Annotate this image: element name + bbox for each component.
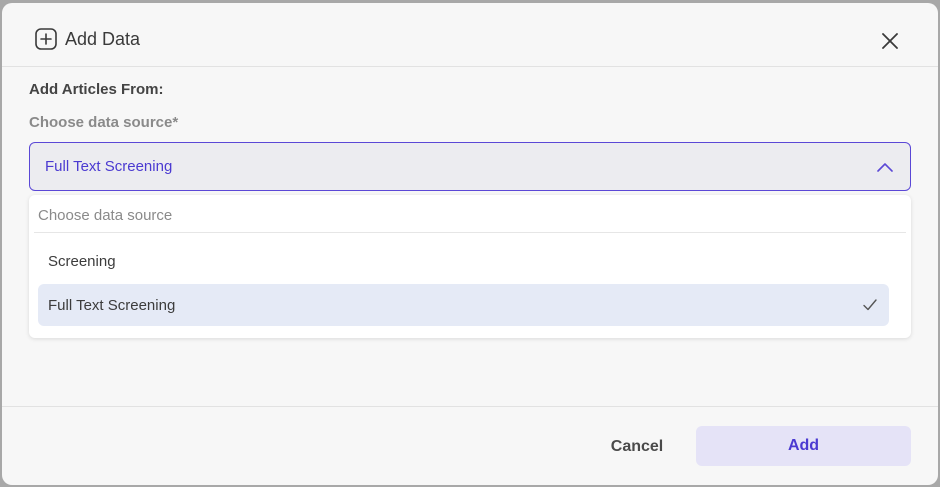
- option-label: Full Text Screening: [48, 297, 176, 314]
- data-source-label: Choose data source*: [29, 114, 179, 131]
- close-icon[interactable]: [878, 29, 902, 53]
- plus-square-icon: [35, 28, 57, 50]
- dropdown-option-screening[interactable]: Screening: [38, 240, 889, 282]
- data-source-search-input[interactable]: [34, 199, 906, 233]
- option-label: Screening: [48, 253, 116, 270]
- select-value: Full Text Screening: [45, 158, 173, 175]
- dialog-title: Add Data: [65, 29, 141, 49]
- add-button[interactable]: Add: [696, 426, 911, 466]
- check-icon: [863, 299, 877, 311]
- data-source-select[interactable]: Full Text Screening: [29, 142, 911, 191]
- dialog-header: Add Data: [2, 3, 938, 67]
- chevron-up-icon: [877, 163, 893, 172]
- add-data-dialog: Add Data Add Articles From: Choose data …: [2, 3, 938, 485]
- section-label: Add Articles From:: [29, 81, 164, 98]
- cancel-button[interactable]: Cancel: [592, 427, 682, 467]
- dropdown-option-full-text-screening[interactable]: Full Text Screening: [38, 284, 889, 326]
- data-source-dropdown: Screening Full Text Screening: [29, 195, 911, 338]
- dialog-footer: Cancel Add: [2, 406, 938, 485]
